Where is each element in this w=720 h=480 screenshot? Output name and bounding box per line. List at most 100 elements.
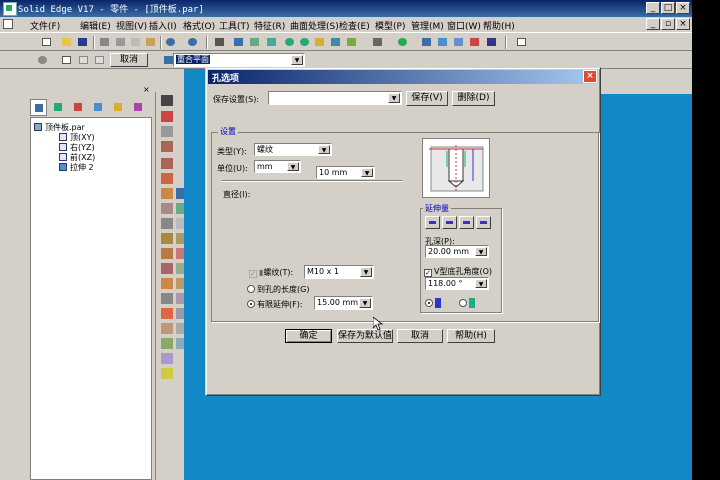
dialog-close-button[interactable]: ×	[583, 70, 597, 83]
undo-icon[interactable]	[164, 36, 177, 48]
revolved-cutout-icon[interactable]	[161, 158, 173, 169]
menu-inspect[interactable]: 检查(E)	[339, 19, 370, 32]
save-button[interactable]: 保存(V)	[406, 91, 448, 106]
ribbon-cancel-button[interactable]: 取消	[110, 53, 148, 67]
feature-pathfinder-tab-icon[interactable]	[30, 99, 47, 116]
help-button[interactable]: 帮助(H)	[447, 329, 495, 343]
hole-depth-select[interactable]: 20.00 mm ▼	[425, 245, 489, 258]
select-tool-icon[interactable]	[161, 95, 173, 106]
extent-through-all-button[interactable]	[425, 216, 440, 229]
v-bottom-style-option-1[interactable]	[425, 298, 441, 308]
menu-tools[interactable]: 工具(T)	[219, 19, 250, 32]
flat-bottom-style-radio[interactable]	[459, 299, 467, 307]
chevron-down-icon[interactable]: ▼	[475, 279, 487, 288]
cut-icon[interactable]	[114, 36, 127, 48]
hole-feature-icon[interactable]	[161, 173, 173, 184]
menu-view[interactable]: 视图(V)	[116, 19, 147, 32]
open-icon[interactable]	[60, 36, 73, 48]
menu-insert[interactable]: 插入(I)	[149, 19, 177, 32]
profile-step-icon[interactable]	[77, 54, 90, 66]
boolean-icon[interactable]	[161, 353, 173, 364]
pattern-icon[interactable]	[161, 278, 173, 289]
plane-step-icon[interactable]	[60, 54, 73, 66]
flat-bottom-style-option[interactable]	[459, 298, 475, 308]
chamfer-feature-icon[interactable]	[161, 203, 173, 214]
library-tab-icon[interactable]	[110, 99, 127, 116]
to-hole-depth-radio[interactable]	[247, 285, 255, 293]
close-button[interactable]: ×	[676, 2, 690, 14]
menu-feature[interactable]: 特征(R)	[254, 19, 285, 32]
mirror-icon[interactable]	[161, 293, 173, 304]
view-front-icon[interactable]	[283, 36, 296, 48]
zoom-area-icon[interactable]	[420, 36, 433, 48]
web-network-icon[interactable]	[161, 248, 173, 259]
rib-feature-icon[interactable]	[161, 233, 173, 244]
save-icon[interactable]	[76, 36, 89, 48]
plane-select[interactable]: 重合平面 ▼	[173, 53, 305, 67]
view-iso-icon[interactable]	[313, 36, 326, 48]
to-hole-depth-option[interactable]: 到孔的长度(G)	[247, 284, 309, 295]
menu-edit[interactable]: 编辑(E)	[80, 19, 111, 32]
ok-button[interactable]: 确定	[285, 329, 332, 343]
view-top-icon[interactable]	[298, 36, 311, 48]
v-bottom-checkbox[interactable]: ✓	[424, 269, 432, 277]
menu-format[interactable]: 格式(O)	[183, 19, 215, 32]
print-icon[interactable]	[98, 36, 111, 48]
layers-tab-icon[interactable]	[50, 99, 67, 116]
chevron-down-icon[interactable]: ▼	[388, 93, 400, 103]
extent-from-to-button[interactable]	[459, 216, 474, 229]
color-icon[interactable]	[396, 36, 409, 48]
cancel-button[interactable]: 取消	[397, 329, 443, 343]
tree-item-extrude[interactable]: 拉伸 2	[59, 162, 94, 173]
extent-finite-button[interactable]	[476, 216, 491, 229]
extent-step-icon[interactable]	[93, 54, 106, 66]
sketch-icon[interactable]	[161, 368, 173, 379]
select-tool-icon[interactable]	[213, 36, 226, 48]
size-select[interactable]: 10 mm ▼	[316, 166, 375, 179]
maximize-button[interactable]: □	[661, 2, 675, 14]
finite-extent-select[interactable]: 15.00 mm ▼	[314, 296, 373, 310]
extrude-feature-icon[interactable]	[161, 111, 173, 122]
v-bottom-option[interactable]: ✓ V型底孔角度(O)	[424, 266, 492, 277]
family-tab-icon[interactable]	[70, 99, 87, 116]
doc-minimize-button[interactable]: _	[646, 18, 660, 30]
redo-icon[interactable]	[186, 36, 199, 48]
round-feature-icon[interactable]	[161, 188, 173, 199]
chevron-down-icon[interactable]: ▼	[475, 247, 487, 256]
chevron-down-icon[interactable]: ▼	[361, 168, 373, 177]
paste-icon[interactable]	[144, 36, 157, 48]
unit-select[interactable]: mm ▼	[254, 160, 301, 173]
copy-icon[interactable]	[129, 36, 142, 48]
chevron-down-icon[interactable]: ▼	[360, 267, 372, 277]
doc-restore-button[interactable]: ▫	[661, 18, 675, 30]
thread-icon[interactable]	[161, 323, 173, 334]
emboss-icon[interactable]	[161, 338, 173, 349]
extent-through-next-button[interactable]	[442, 216, 457, 229]
chevron-down-icon[interactable]: ▼	[287, 162, 299, 171]
v-bottom-style-radio[interactable]	[425, 299, 433, 307]
window-layout-icon[interactable]	[515, 36, 528, 48]
draft-icon[interactable]	[161, 308, 173, 319]
delete-button[interactable]: 删除(D)	[452, 91, 495, 106]
lip-feature-icon[interactable]	[161, 263, 173, 274]
shaded-icon[interactable]	[329, 36, 342, 48]
menu-file[interactable]: 文件(F)	[30, 19, 60, 32]
document-icon[interactable]	[3, 19, 13, 29]
new-icon[interactable]	[40, 36, 53, 48]
thread-option[interactable]: ✓ ▮螺纹(T):	[249, 267, 293, 278]
panel-close-icon[interactable]: ×	[143, 86, 151, 94]
zoom-icon[interactable]	[436, 36, 449, 48]
features-library-tab-icon[interactable]	[130, 99, 147, 116]
finite-extent-radio[interactable]	[247, 300, 255, 308]
save-as-default-button[interactable]: 保存为默认值	[337, 329, 393, 343]
part-library-icon[interactable]	[248, 36, 261, 48]
sketch-view-icon[interactable]	[232, 36, 245, 48]
chevron-down-icon[interactable]: ▼	[359, 298, 371, 308]
type-select[interactable]: 螺纹 ▼	[254, 143, 332, 156]
display-mode-icon[interactable]	[371, 36, 384, 48]
pan-icon[interactable]	[468, 36, 481, 48]
grid-icon[interactable]	[265, 36, 278, 48]
finite-extent-option[interactable]: 有限延伸(F):	[247, 299, 303, 310]
save-settings-select[interactable]: ▼	[268, 91, 402, 105]
doc-close-button[interactable]: ×	[676, 18, 690, 30]
